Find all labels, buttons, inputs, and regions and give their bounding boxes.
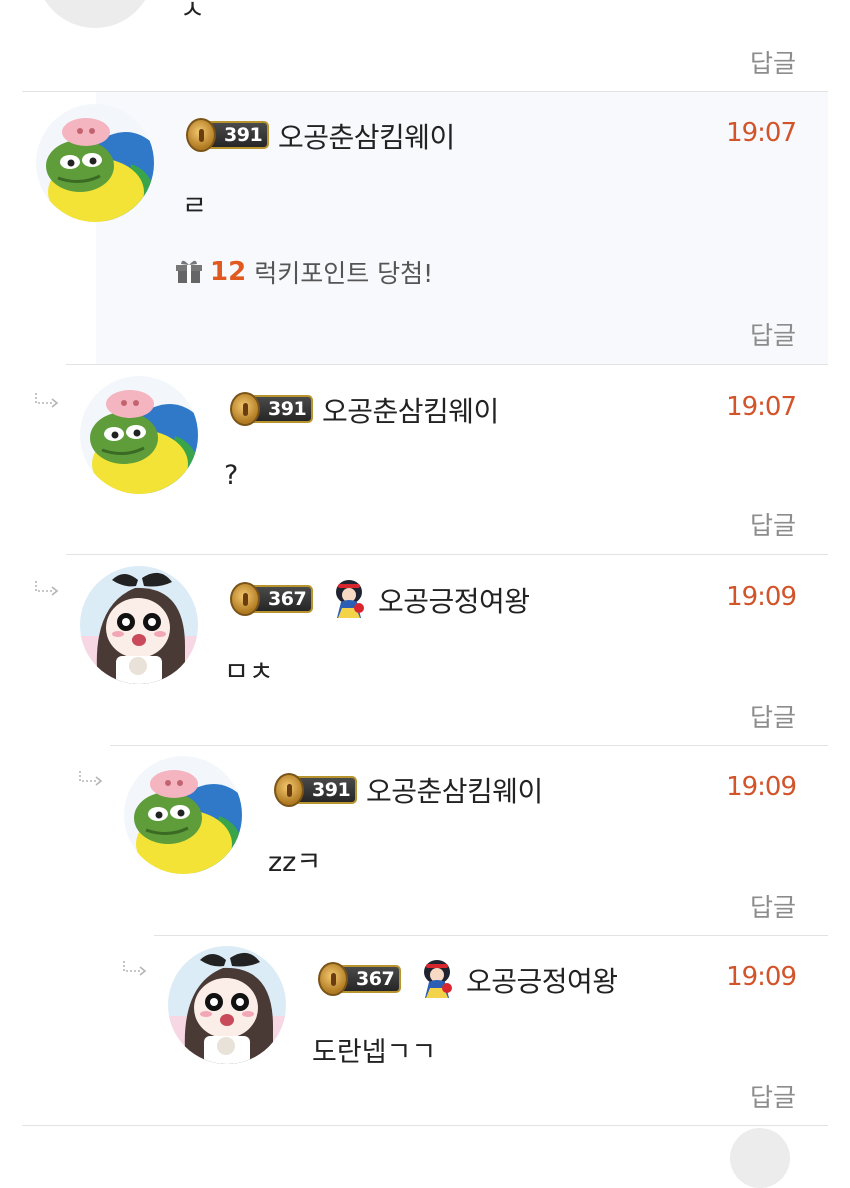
avatar[interactable] <box>168 946 286 1064</box>
timestamp: 19:09 <box>726 772 797 802</box>
reply-button[interactable]: 답글 <box>750 506 796 542</box>
reply-arrow-icon <box>35 580 58 596</box>
level-badge: 391 <box>186 118 270 152</box>
lucky-points: 12 <box>210 257 247 287</box>
level-gem-icon <box>274 773 304 807</box>
nickname[interactable]: 오공춘삼킴웨이 <box>278 116 455 156</box>
comment-content: ㅅ <box>180 0 205 26</box>
comment-content: ? <box>224 460 239 491</box>
divider <box>110 745 828 746</box>
timestamp: 19:09 <box>726 962 797 992</box>
reply-button[interactable]: 답글 <box>750 888 796 924</box>
timestamp: 19:07 <box>726 392 797 422</box>
reply-button[interactable]: 답글 <box>750 316 796 352</box>
divider <box>154 935 828 936</box>
nickname[interactable]: 오공긍정여왕 <box>378 580 530 620</box>
avatar[interactable] <box>124 756 242 874</box>
comment-content: ㅁㅊ <box>224 657 274 688</box>
reply-arrow-icon <box>35 392 58 408</box>
level-badge: 367 <box>230 582 314 616</box>
level-gem-icon <box>318 962 348 996</box>
avatar[interactable] <box>80 566 198 684</box>
reply-button[interactable]: 답글 <box>750 44 796 80</box>
avatar[interactable] <box>80 376 198 494</box>
divider <box>22 1125 828 1126</box>
timestamp: 19:07 <box>726 118 797 148</box>
avatar[interactable] <box>36 104 154 222</box>
comment-content: ㄹ <box>182 191 207 222</box>
level-gem-icon <box>230 582 260 616</box>
next-avatar-partial <box>730 1128 790 1188</box>
timestamp: 19:09 <box>726 582 797 612</box>
level-badge: 367 <box>318 962 402 996</box>
level-badge: 391 <box>230 392 314 426</box>
nickname[interactable]: 오공춘삼킴웨이 <box>322 390 499 430</box>
comment-content: 도란넵ㄱㄱ <box>312 1037 437 1068</box>
level-badge: 391 <box>274 773 358 807</box>
gift-icon <box>176 260 202 283</box>
nickname[interactable]: 오공긍정여왕 <box>466 960 618 1000</box>
reply-button[interactable]: 답글 <box>750 698 796 734</box>
level-gem-icon <box>186 118 216 152</box>
comment-content: zzㅋ <box>268 847 322 878</box>
divider <box>66 364 828 365</box>
nickname[interactable]: 오공춘삼킴웨이 <box>366 770 543 810</box>
reply-arrow-icon <box>79 770 102 786</box>
reply-arrow-icon <box>123 960 146 976</box>
lucky-point-notice: 12 럭키포인트 당첨! <box>176 254 433 290</box>
level-gem-icon <box>230 392 260 426</box>
top-partial-avatar <box>36 0 154 28</box>
divider <box>66 554 828 555</box>
snow-white-icon <box>424 960 452 998</box>
snow-white-icon <box>336 580 364 618</box>
reply-button[interactable]: 답글 <box>750 1078 796 1114</box>
lucky-text: 럭키포인트 당첨! <box>254 259 434 288</box>
